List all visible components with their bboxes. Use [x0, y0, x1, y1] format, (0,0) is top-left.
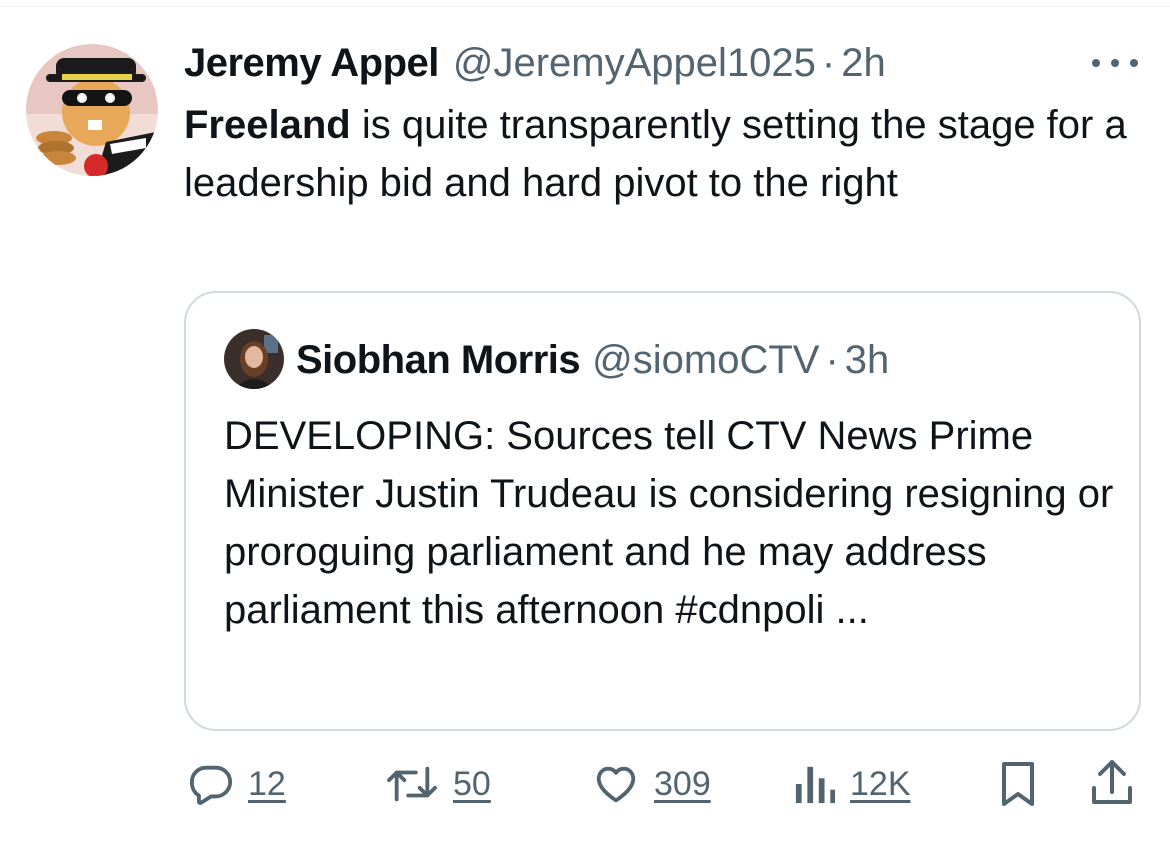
- retweet-count[interactable]: 50: [453, 765, 491, 804]
- hamburglar-avatar-icon: [26, 44, 158, 176]
- author-handle[interactable]: @JeremyAppel1025: [453, 41, 816, 86]
- quote-text: DEVELOPING: Sources tell CTV News Prime …: [224, 414, 1114, 632]
- top-divider: [0, 6, 1170, 7]
- tweet-timestamp[interactable]: 2h: [841, 41, 886, 86]
- share-icon: [1092, 760, 1132, 804]
- retweet-button[interactable]: 50: [385, 752, 491, 816]
- bookmark-icon: [1002, 762, 1034, 806]
- quote-separator-dot: ·: [825, 337, 839, 382]
- bookmark-button[interactable]: [998, 752, 1038, 816]
- like-icon: [596, 766, 636, 803]
- quote-header: Siobhan Morris @siomoCTV · 3h: [296, 335, 889, 385]
- reporter-avatar-icon: [224, 329, 284, 389]
- tweet-header: Jeremy Appel @JeremyAppel1025 · 2h: [184, 38, 886, 88]
- share-button[interactable]: [1090, 752, 1134, 816]
- quote-timestamp: 3h: [844, 337, 890, 382]
- tweet-actions-bar: 12 50 309 12K: [0, 752, 1170, 816]
- author-name[interactable]: Jeremy Appel: [184, 41, 439, 86]
- reply-button[interactable]: 12: [188, 752, 286, 816]
- quote-author-name: Siobhan Morris: [296, 337, 581, 382]
- tweet-text-bold: Freeland: [184, 103, 351, 147]
- tweet-text: Freeland is quite transparently setting …: [184, 96, 1144, 212]
- author-avatar[interactable]: [26, 44, 158, 176]
- reply-icon: [189, 765, 233, 805]
- retweet-icon: [387, 766, 437, 802]
- like-button[interactable]: 309: [592, 752, 711, 816]
- like-count[interactable]: 309: [654, 765, 711, 804]
- views-count[interactable]: 12K: [850, 765, 911, 804]
- quote-author-handle: @siomoCTV: [592, 337, 820, 382]
- quote-author-avatar[interactable]: [224, 329, 284, 389]
- views-button[interactable]: 12K: [794, 752, 911, 816]
- separator-dot: ·: [821, 40, 836, 85]
- quoted-tweet-card[interactable]: Siobhan Morris @siomoCTV · 3h DEVELOPING…: [184, 291, 1141, 731]
- reply-count[interactable]: 12: [248, 765, 286, 804]
- more-horizontal-icon[interactable]: [1092, 50, 1138, 76]
- views-icon: [795, 766, 836, 804]
